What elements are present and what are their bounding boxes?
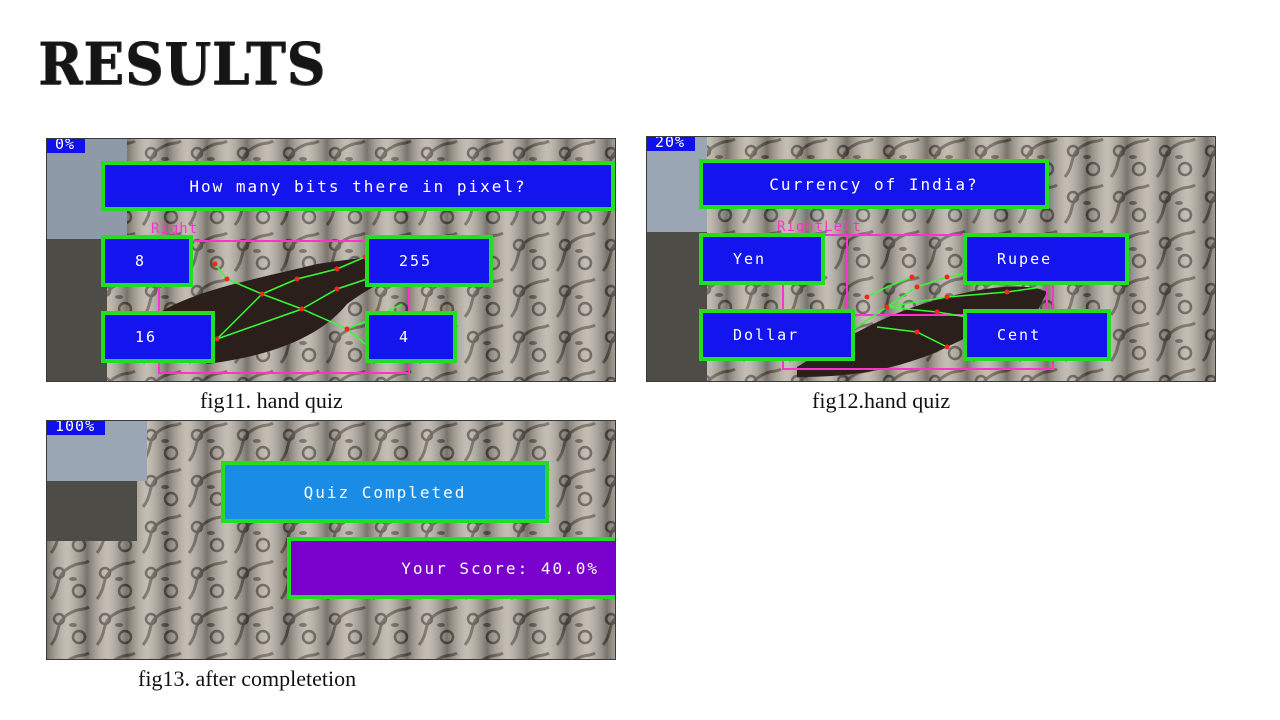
answer-option[interactable]: 255 [365,235,493,287]
answer-option[interactable]: 8 [101,235,193,287]
figure-12-caption: fig12.hand quiz [812,388,951,413]
quiz-completed-box: Quiz Completed [221,461,549,523]
score-box: Your Score: 40.0% [287,537,615,599]
figure-11: 0% How many bits there in pixel? Right 8… [46,138,616,382]
figure-13: 100% Quiz Completed Your Score: 40.0% [46,420,616,660]
slide-title: RESULTS [38,30,326,98]
answer-option[interactable]: 4 [365,311,457,363]
answer-option[interactable]: Cent [963,309,1111,361]
progress-indicator: 100% [47,421,106,435]
answer-option[interactable]: Dollar [699,309,855,361]
answer-option[interactable]: Yen [699,233,825,285]
figure-11-caption: fig11. hand quiz [200,388,343,413]
answer-option[interactable]: 16 [101,311,215,363]
answer-option[interactable]: Rupee [963,233,1129,285]
figure-13-caption: fig13. after completetion [138,666,357,691]
figure-12: 20% Currency of India? RightLeft Yen Rup… [646,136,1216,382]
